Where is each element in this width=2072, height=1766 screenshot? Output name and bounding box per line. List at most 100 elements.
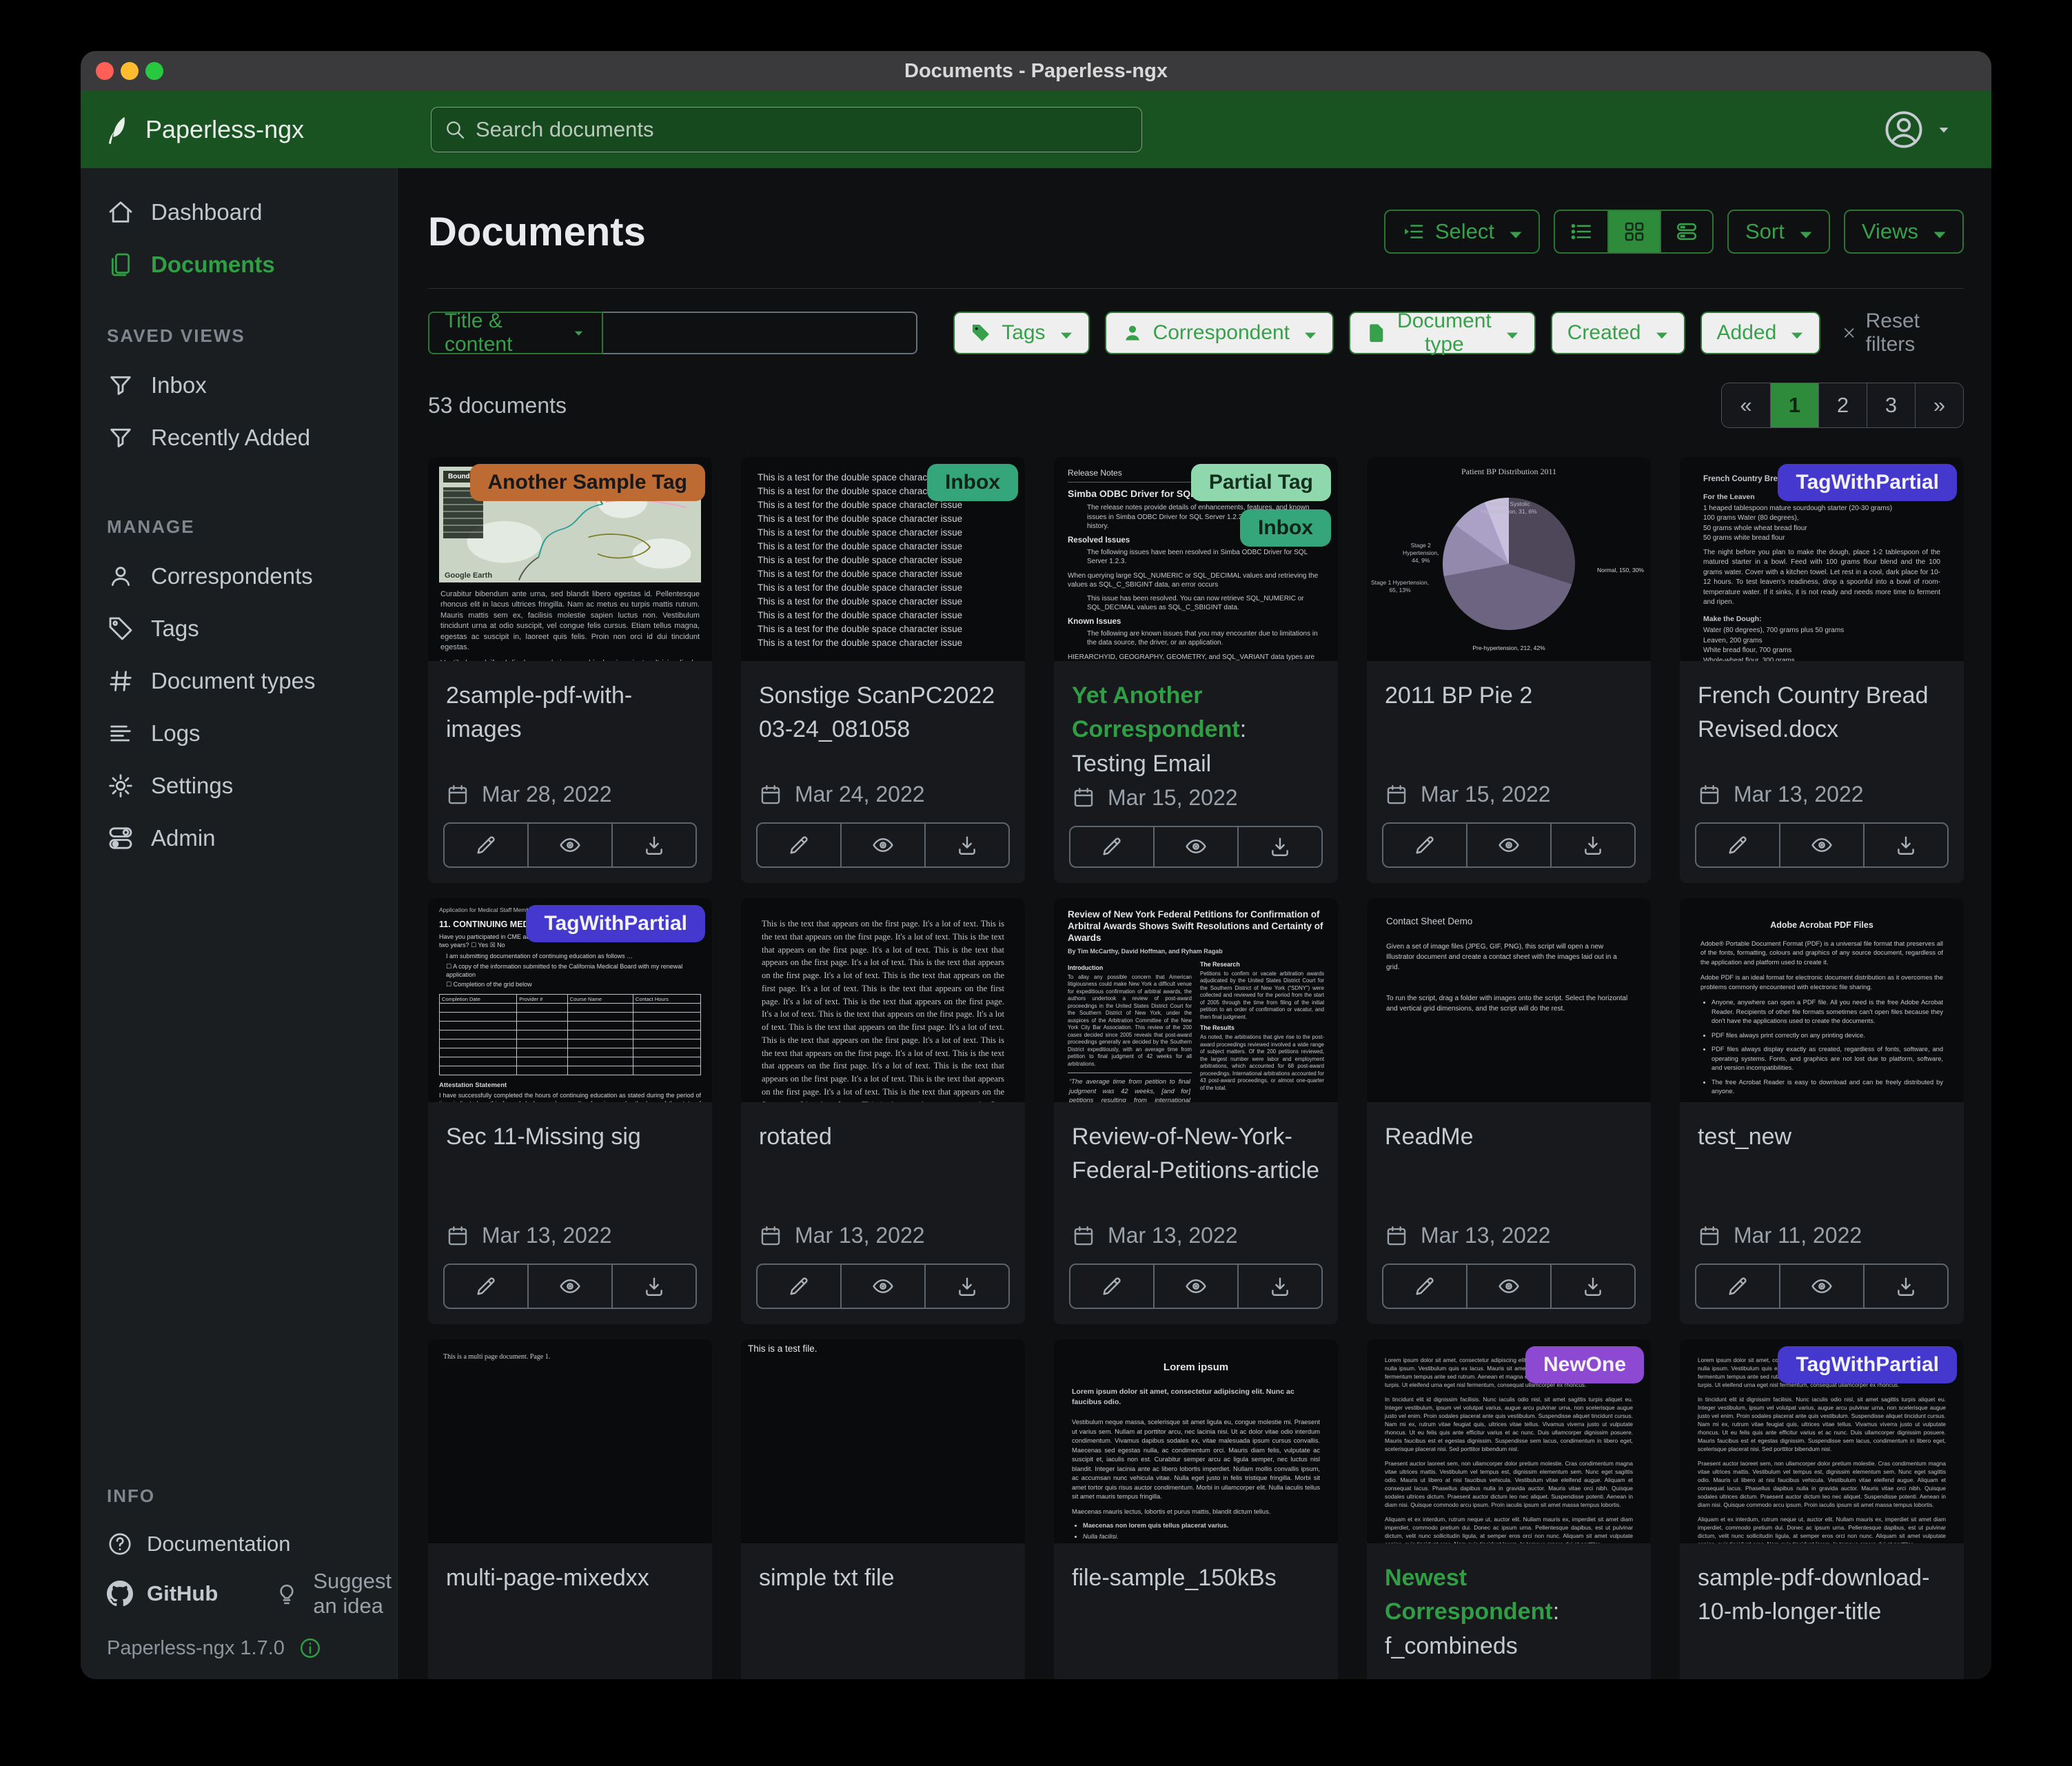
view-button[interactable]: [840, 1265, 924, 1308]
download-button[interactable]: [611, 1265, 695, 1308]
edit-button[interactable]: [445, 824, 527, 866]
sidebar-item-documentation[interactable]: Documentation: [81, 1519, 397, 1569]
document-card-sonstige-scanpc2022-03-24-081058[interactable]: This is a test for the double space char…: [741, 457, 1025, 883]
close-window-button[interactable]: [96, 62, 114, 80]
document-card-sec-11-missing-sig[interactable]: Application for Medical Staff Membership…: [428, 898, 712, 1324]
page-next[interactable]: »: [1915, 383, 1963, 427]
info-icon[interactable]: [298, 1636, 322, 1660]
sidebar-item-tags[interactable]: Tags: [81, 602, 397, 655]
edit-button[interactable]: [1070, 827, 1153, 866]
edit-button[interactable]: [758, 1265, 840, 1308]
document-thumbnail[interactable]: Lorem ipsum Lorem ipsum dolor sit amet, …: [1054, 1339, 1338, 1543]
document-thumbnail[interactable]: Contact Sheet DemoGiven a set of image f…: [1367, 898, 1651, 1102]
brand[interactable]: Paperless-ngx: [101, 114, 431, 145]
sort-button[interactable]: Sort: [1727, 210, 1830, 254]
correspondent-link[interactable]: Newest Correspondent: [1385, 1565, 1553, 1625]
sidebar-item-document-types[interactable]: Document types: [81, 655, 397, 707]
document-card-readme[interactable]: Contact Sheet DemoGiven a set of image f…: [1367, 898, 1651, 1324]
view-button[interactable]: [527, 824, 611, 866]
document-card-test-new[interactable]: Adobe Acrobat PDF Files Adobe® Portable …: [1680, 898, 1964, 1324]
document-card-multi-page-mixedxx[interactable]: This is a multi page document. Page 1.mu…: [428, 1339, 712, 1679]
sidebar-item-suggest-an-idea[interactable]: Suggest an idea: [248, 1569, 397, 1618]
document-card-f-combineds[interactable]: Lorem ipsum dolor sit amet, consectetur …: [1367, 1339, 1651, 1679]
download-button[interactable]: [1550, 1265, 1634, 1308]
view-button[interactable]: [1466, 1265, 1550, 1308]
document-thumbnail[interactable]: Review of New York Federal Petitions for…: [1054, 898, 1338, 1102]
filter-text-input[interactable]: [603, 312, 917, 354]
sidebar-item-dashboard[interactable]: Dashboard: [81, 186, 397, 238]
search-input[interactable]: [476, 117, 1129, 142]
filter-button-document-type[interactable]: Document type: [1349, 312, 1536, 354]
download-button[interactable]: [611, 824, 695, 866]
download-button[interactable]: [924, 824, 1008, 866]
download-button[interactable]: [1237, 1265, 1321, 1308]
download-button[interactable]: [1863, 824, 1947, 866]
view-button[interactable]: [1153, 1265, 1237, 1308]
edit-button[interactable]: [1070, 1265, 1153, 1308]
tag-chip-tagwithpartial[interactable]: TagWithPartial: [1778, 1346, 1957, 1383]
document-title[interactable]: test_new: [1680, 1102, 1964, 1158]
edit-button[interactable]: [1383, 824, 1466, 866]
sidebar-item-settings[interactable]: Settings: [81, 760, 397, 812]
document-card-2sample-pdf-with-images[interactable]: Boundary Waters Trip Google Earth Curabi…: [428, 457, 712, 883]
download-button[interactable]: [1550, 824, 1634, 866]
tag-chip-newone[interactable]: NewOne: [1525, 1346, 1644, 1383]
tag-chip-inbox[interactable]: Inbox: [927, 464, 1018, 501]
download-button[interactable]: [1237, 827, 1321, 866]
document-title[interactable]: Review-of-New-York-Federal-Petitions-art…: [1054, 1102, 1338, 1192]
view-button[interactable]: [1153, 827, 1237, 866]
document-title[interactable]: ReadMe: [1367, 1102, 1651, 1158]
edit-button[interactable]: [445, 1265, 527, 1308]
document-card-file-sample-150kbs[interactable]: Lorem ipsum Lorem ipsum dolor sit amet, …: [1054, 1339, 1338, 1679]
view-button[interactable]: [527, 1265, 611, 1308]
view-mode-grid[interactable]: [1607, 211, 1660, 252]
view-mode-hlist[interactable]: [1660, 211, 1712, 252]
document-card-review-of-new-york-federal-petitions-article[interactable]: Review of New York Federal Petitions for…: [1054, 898, 1338, 1324]
document-thumbnail[interactable]: This is a test file.: [741, 1339, 1025, 1543]
document-title[interactable]: multi-page-mixedxx: [428, 1543, 712, 1599]
document-thumbnail[interactable]: Adobe Acrobat PDF Files Adobe® Portable …: [1680, 898, 1964, 1102]
document-card-2011-bp-pie-2[interactable]: Patient BP Distribution 2011 Normal, 150…: [1367, 457, 1651, 883]
filter-button-tags[interactable]: Tags: [953, 312, 1089, 354]
document-card-sample-pdf-download-10-mb-longer-title[interactable]: Lorem ipsum dolor sit amet, consectetur …: [1680, 1339, 1964, 1679]
document-title[interactable]: sample-pdf-download-10-mb-longer-title: [1680, 1543, 1964, 1634]
edit-button[interactable]: [758, 824, 840, 866]
tag-chip-partial-tag[interactable]: Partial Tag: [1191, 464, 1331, 501]
document-title[interactable]: simple txt file: [741, 1543, 1025, 1599]
filter-button-added[interactable]: Added: [1700, 312, 1821, 354]
view-mode-list-ul[interactable]: [1555, 211, 1607, 252]
document-title[interactable]: rotated: [741, 1102, 1025, 1158]
correspondent-link[interactable]: Yet Another Correspondent: [1072, 682, 1240, 742]
minimize-window-button[interactable]: [121, 62, 139, 80]
zoom-window-button[interactable]: [145, 62, 163, 80]
document-thumbnail[interactable]: This is the text that appears on the fir…: [741, 898, 1025, 1102]
sidebar-item-logs[interactable]: Logs: [81, 707, 397, 760]
edit-button[interactable]: [1383, 1265, 1466, 1308]
document-thumbnail[interactable]: Patient BP Distribution 2011 Normal, 150…: [1367, 457, 1651, 661]
document-thumbnail[interactable]: This is a multi page document. Page 1.: [428, 1339, 712, 1543]
tag-chip-inbox[interactable]: Inbox: [1240, 509, 1331, 547]
page-previous[interactable]: «: [1722, 383, 1770, 427]
document-title[interactable]: Yet Another Correspondent: Testing Email: [1054, 661, 1338, 785]
search-bar[interactable]: [431, 107, 1142, 152]
document-card-rotated[interactable]: This is the text that appears on the fir…: [741, 898, 1025, 1324]
tag-chip-tagwithpartial[interactable]: TagWithPartial: [1778, 464, 1957, 501]
sidebar-item-inbox[interactable]: Inbox: [81, 359, 397, 412]
download-button[interactable]: [1863, 1265, 1947, 1308]
view-button[interactable]: [1466, 824, 1550, 866]
document-card-french-country-bread-revised-docx[interactable]: French Country Bread For the Leaven1 hea…: [1680, 457, 1964, 883]
page-2[interactable]: 2: [1818, 383, 1867, 427]
filter-button-created[interactable]: Created: [1551, 312, 1685, 354]
sidebar-item-documents[interactable]: Documents: [81, 238, 397, 291]
sidebar-item-admin[interactable]: Admin: [81, 812, 397, 864]
user-menu[interactable]: [1882, 108, 1971, 151]
view-button[interactable]: [1779, 824, 1863, 866]
document-title[interactable]: French Country Bread Revised.docx: [1680, 661, 1964, 751]
document-title[interactable]: file-sample_150kBs: [1054, 1543, 1338, 1599]
tag-chip-another-sample-tag[interactable]: Another Sample Tag: [470, 464, 705, 501]
reset-filters-button[interactable]: Reset filters: [1841, 309, 1964, 356]
view-button[interactable]: [1779, 1265, 1863, 1308]
document-title[interactable]: 2011 BP Pie 2: [1367, 661, 1651, 717]
edit-button[interactable]: [1696, 824, 1779, 866]
sidebar-item-recently-added[interactable]: Recently Added: [81, 412, 397, 464]
